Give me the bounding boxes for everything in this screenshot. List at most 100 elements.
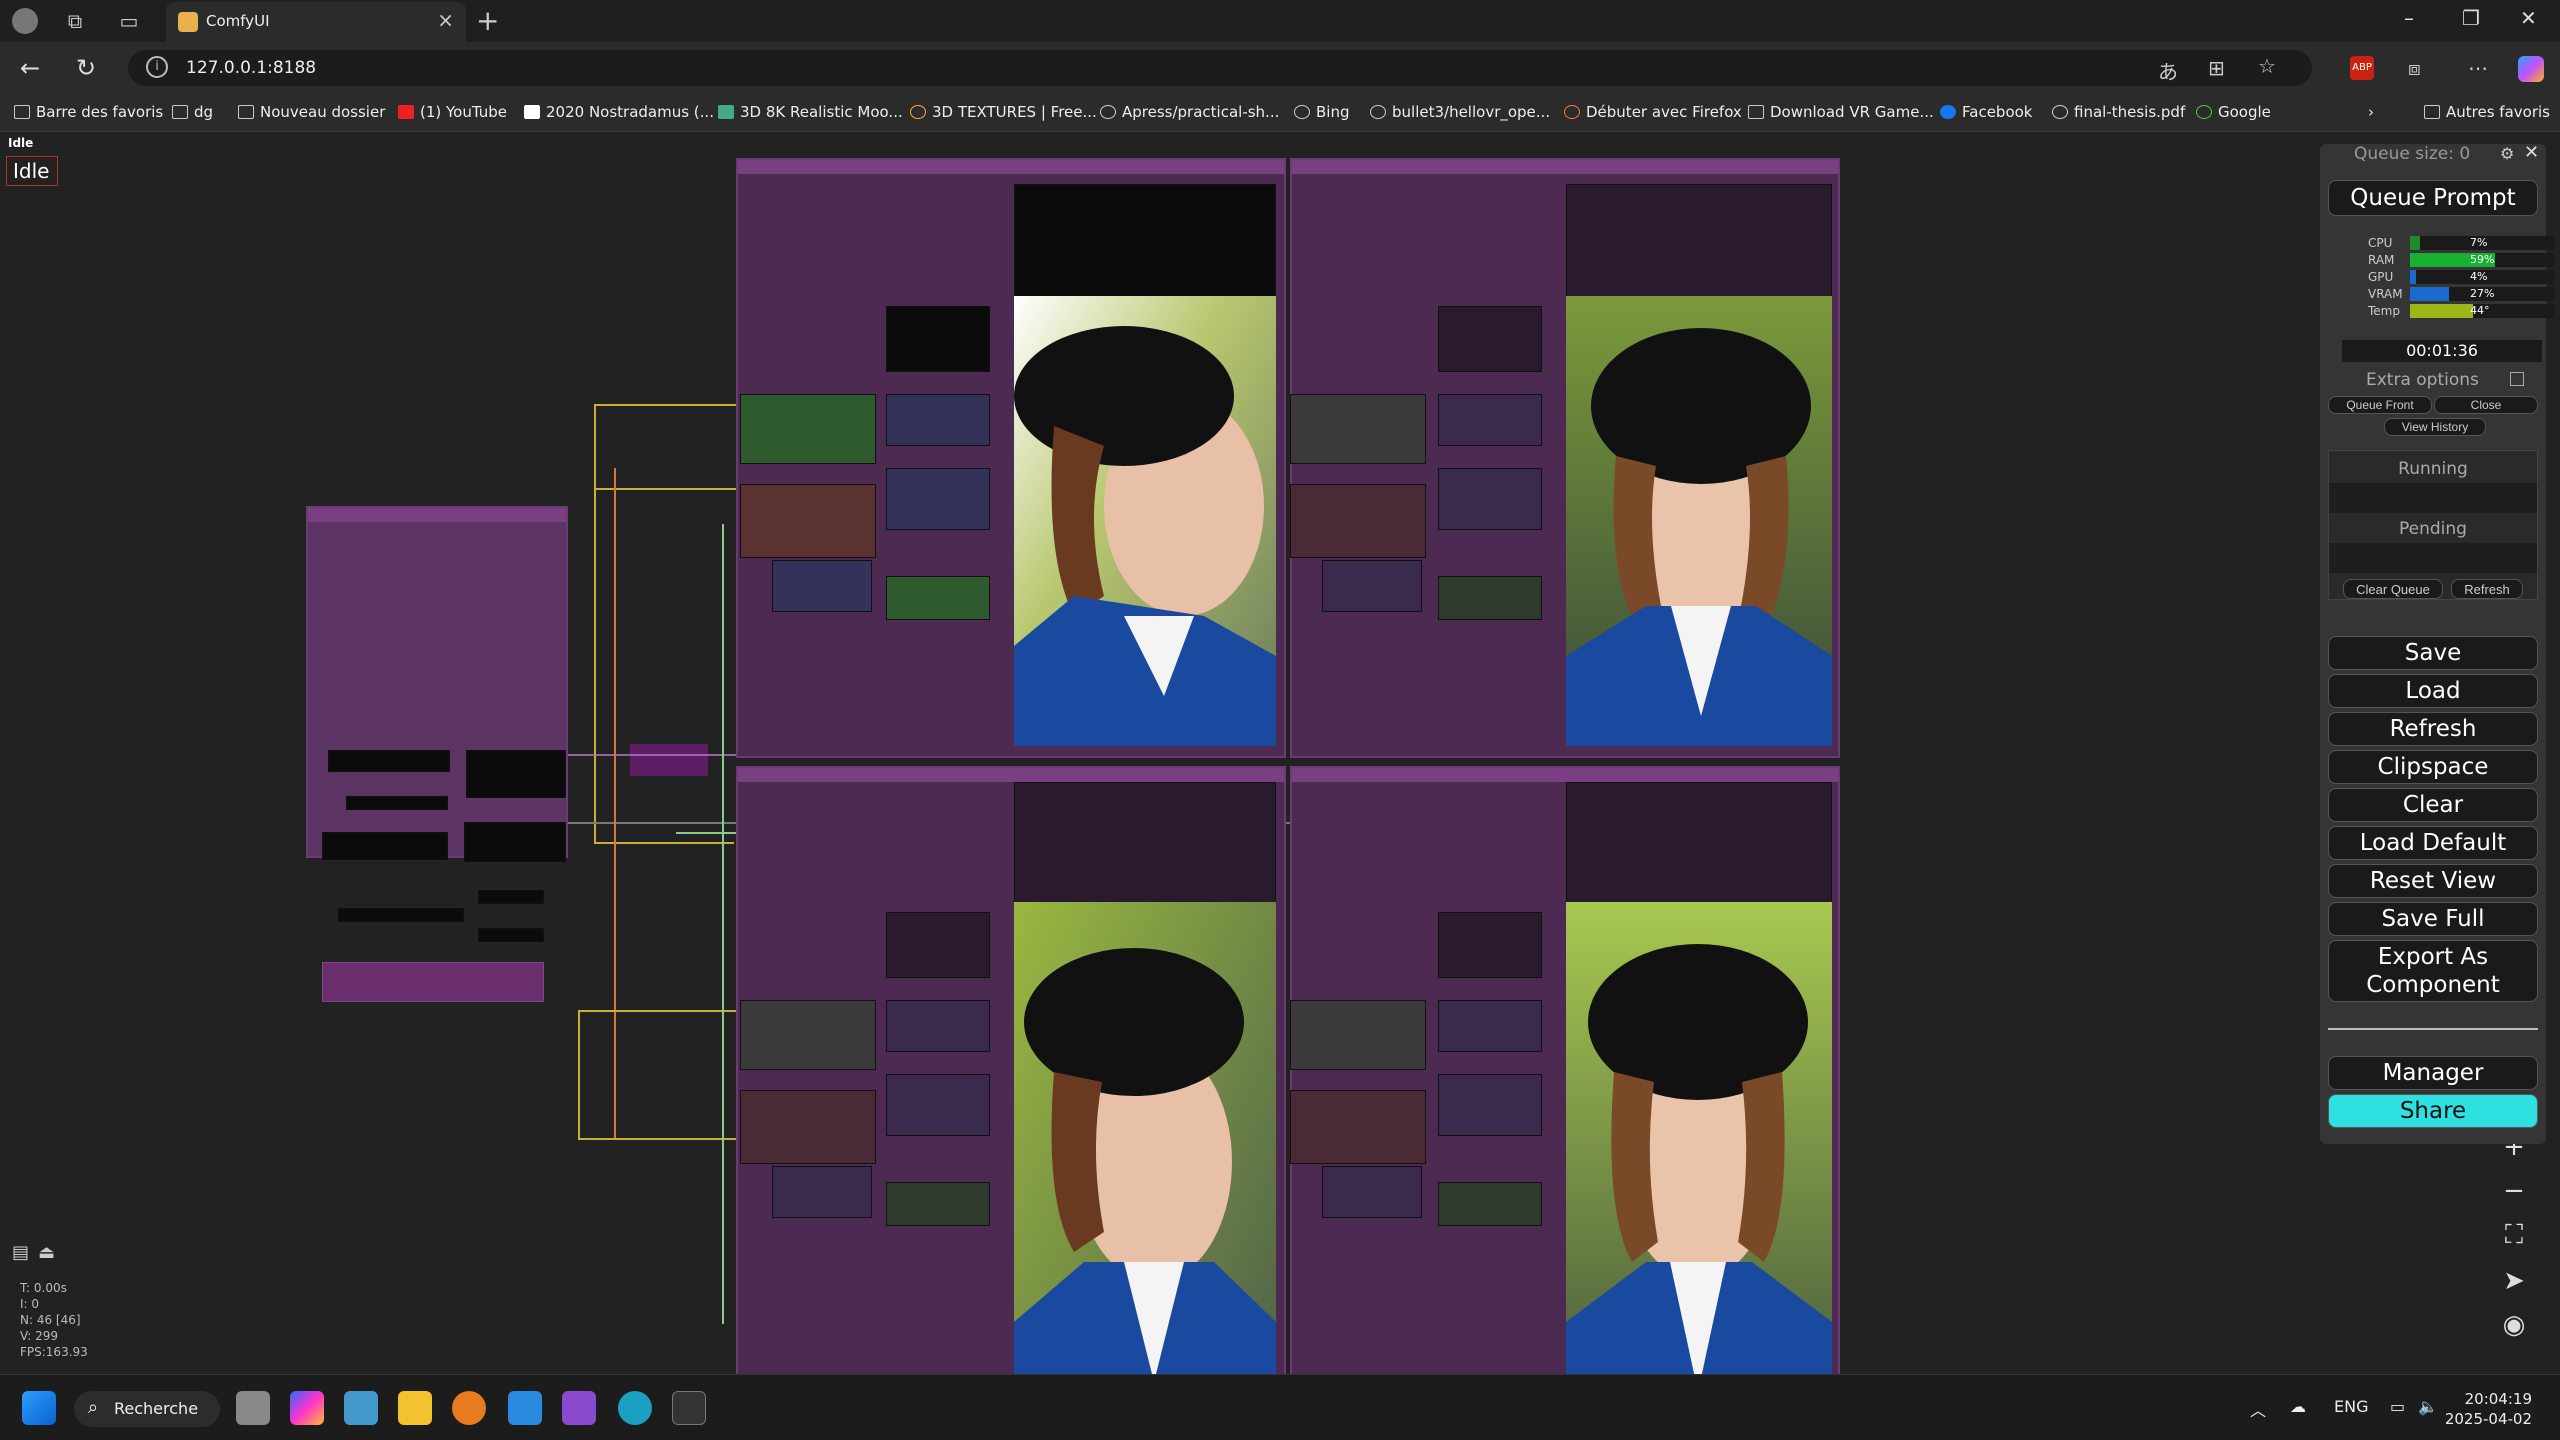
preview-header-node[interactable] [1014, 184, 1276, 298]
node[interactable] [740, 1000, 876, 1070]
manager-button[interactable]: Manager [2328, 1056, 2538, 1090]
bookmarks-overflow-chevron-icon[interactable]: › [2368, 103, 2374, 121]
restore-icon[interactable]: ❐ [2462, 6, 2480, 30]
bookmark-firefox[interactable]: Débuter avec Firefox [1564, 103, 1742, 121]
node[interactable] [328, 750, 450, 772]
view-history-button[interactable]: View History [2384, 418, 2486, 436]
copilot-app-icon[interactable] [290, 1391, 324, 1425]
node[interactable] [1290, 484, 1426, 558]
node[interactable] [1322, 560, 1422, 612]
favorite-star-icon[interactable]: ☆ [2258, 54, 2276, 78]
save-full-button[interactable]: Save Full [2328, 902, 2538, 936]
node[interactable] [1290, 1000, 1426, 1070]
copilot-icon[interactable] [2518, 56, 2544, 82]
bookmark-other-favorites[interactable]: Autres favoris [2424, 103, 2550, 121]
generated-image-4[interactable] [1566, 902, 1832, 1374]
refresh-queue-button[interactable]: Refresh [2451, 579, 2523, 599]
node[interactable] [1438, 1074, 1542, 1136]
load-button[interactable]: Load [2328, 674, 2538, 708]
clipspace-button[interactable]: Clipspace [2328, 750, 2538, 784]
widgets-app-icon[interactable] [344, 1391, 378, 1425]
save-button[interactable]: Save [2328, 636, 2538, 670]
export-as-component-button[interactable]: Export As Component [2328, 940, 2538, 1002]
text-encoder-node[interactable] [772, 560, 872, 612]
upload-icon[interactable]: ⏏ [38, 1242, 55, 1263]
taskbar-search[interactable]: ⌕ Recherche [74, 1391, 220, 1427]
node[interactable] [1438, 1182, 1542, 1226]
prompt-node[interactable] [886, 468, 990, 530]
network-icon[interactable]: ▭ [2390, 1397, 2405, 1416]
checkpoint-loader-node[interactable] [740, 394, 876, 464]
minimize-icon[interactable]: – [2404, 6, 2414, 30]
url-field[interactable]: i 127.0.0.1:8188 あ ⊞ ☆ [128, 50, 2312, 86]
upscale-node[interactable] [886, 576, 990, 620]
preview-header-node[interactable] [1014, 782, 1276, 910]
bookmark-nostradamus[interactable]: 2020 Nostradamus (... [524, 103, 714, 121]
refresh-button[interactable]: Refresh [2328, 712, 2538, 746]
app-available-icon[interactable]: ⊞ [2208, 56, 2225, 80]
preview-header-node[interactable] [1566, 184, 1832, 298]
close-tab-icon[interactable]: × [437, 8, 454, 32]
node[interactable] [886, 1000, 990, 1052]
node[interactable] [1438, 576, 1542, 620]
volume-icon[interactable]: 🔈 [2418, 1397, 2438, 1416]
windows-start-icon[interactable] [22, 1391, 56, 1425]
vscode-icon[interactable] [508, 1391, 542, 1425]
eye-icon[interactable]: ◉ [2490, 1310, 2538, 1350]
zoom-out-icon[interactable]: − [2490, 1176, 2538, 1216]
node[interactable] [322, 962, 544, 1002]
pointer-icon[interactable]: ➤ [2490, 1266, 2538, 1306]
adblock-icon[interactable]: ABP [2350, 56, 2374, 80]
node[interactable] [1438, 468, 1542, 530]
node[interactable] [338, 908, 464, 922]
node[interactable] [1438, 394, 1542, 446]
settings-gear-icon[interactable]: ⚙ [2500, 144, 2514, 163]
extensions-icon[interactable]: ⧈ [2408, 56, 2421, 80]
close-button[interactable]: Close [2434, 396, 2538, 414]
load-default-button[interactable]: Load Default [2328, 826, 2538, 860]
node[interactable] [322, 832, 448, 860]
node[interactable] [740, 1090, 876, 1164]
bookmark-3d-moon[interactable]: 3D 8K Realistic Moo... [718, 103, 903, 121]
tab-actions-icon[interactable]: ▭ [116, 8, 142, 34]
profile-avatar[interactable] [12, 8, 38, 34]
reroute-node[interactable] [630, 744, 708, 776]
tray-overflow-chevron-icon[interactable]: ︿ [2250, 1397, 2266, 1421]
node[interactable] [772, 1166, 872, 1218]
node[interactable] [886, 1074, 990, 1136]
generated-image-1[interactable] [1014, 296, 1276, 746]
extra-options-checkbox[interactable] [2510, 372, 2524, 386]
new-tab-button[interactable]: + [476, 4, 499, 37]
menu-list-icon[interactable]: ▤ [12, 1242, 29, 1263]
visual-studio-icon[interactable] [562, 1391, 596, 1425]
share-button[interactable]: Share [2328, 1094, 2538, 1128]
bookmark-dg[interactable]: dg [172, 103, 213, 121]
site-info-icon[interactable]: i [146, 56, 168, 78]
clear-button[interactable]: Clear [2328, 788, 2538, 822]
node[interactable] [886, 1182, 990, 1226]
bookmark-youtube[interactable]: (1) YouTube [398, 103, 507, 121]
generated-image-3[interactable] [1014, 902, 1276, 1374]
node[interactable] [1438, 1000, 1542, 1052]
node[interactable] [1290, 1090, 1426, 1164]
comfyui-canvas[interactable]: Idle Idle ▤ ⏏ T: 0.00s I: 0 N: 46 [46] V… [0, 132, 2560, 1374]
bookmark-bullet3-github[interactable]: bullet3/hellovr_ope... [1370, 103, 1550, 121]
queue-prompt-button[interactable]: Queue Prompt [2328, 180, 2538, 216]
node[interactable] [886, 912, 990, 978]
node[interactable] [1322, 1166, 1422, 1218]
node[interactable] [1290, 394, 1426, 464]
onedrive-cloud-icon[interactable]: ☁ [2290, 1397, 2306, 1416]
edge-icon[interactable] [618, 1391, 652, 1425]
taskbar-clock[interactable]: 20:04:19 2025-04-02 [2445, 1389, 2532, 1429]
workspaces-icon[interactable]: ⧉ [62, 8, 88, 34]
node[interactable] [478, 890, 544, 904]
node[interactable] [464, 822, 566, 862]
reload-icon[interactable]: ↻ [76, 54, 96, 82]
language-indicator[interactable]: ENG [2334, 1397, 2368, 1416]
node[interactable] [346, 796, 448, 810]
blender-icon[interactable] [452, 1391, 486, 1425]
preview-header-node[interactable] [1566, 782, 1832, 910]
bookmark-apress-github[interactable]: Apress/practical-sh... [1100, 103, 1279, 121]
bookmark-new-folder[interactable]: Nouveau dossier [238, 103, 385, 121]
bookmark-thesis-pdf[interactable]: final-thesis.pdf [2052, 103, 2185, 121]
